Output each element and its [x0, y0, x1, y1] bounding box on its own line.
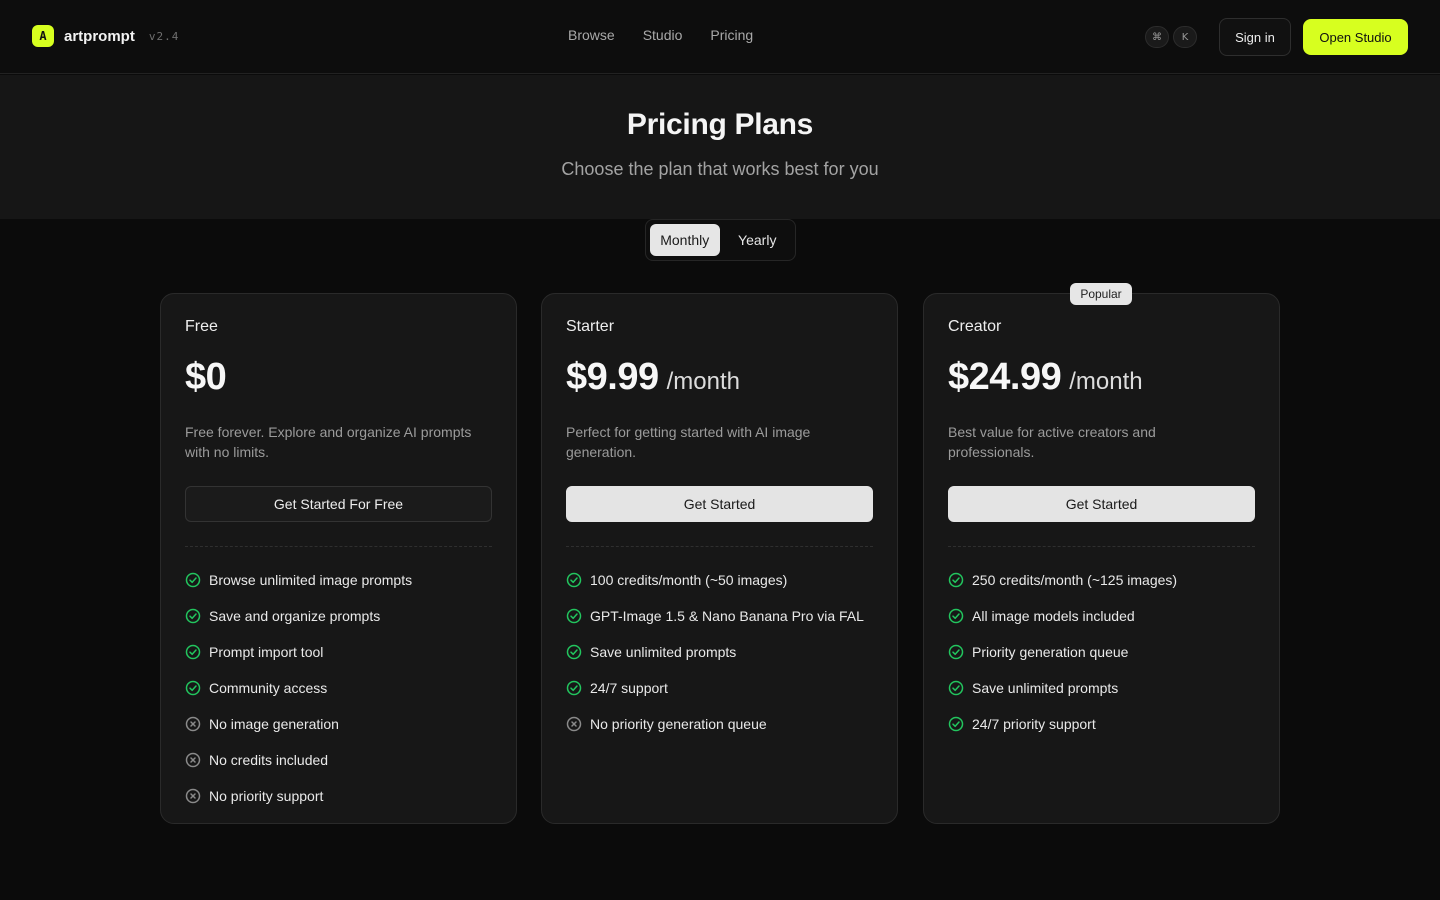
check-circle-icon [948, 716, 964, 732]
x-circle-icon [185, 752, 201, 768]
price-row: $24.99 /month [948, 356, 1143, 399]
price-row: $9.99 /month [566, 356, 740, 399]
feature-list: Browse unlimited image prompts Save and o… [185, 562, 412, 814]
plan-period: /month [1069, 368, 1143, 395]
main-nav: Browse Studio Pricing [568, 27, 753, 43]
feature-item: Priority generation queue [948, 634, 1177, 670]
command-key-icon: ⌘ [1145, 26, 1169, 48]
check-circle-icon [566, 680, 582, 696]
feature-text: 250 credits/month (~125 images) [972, 572, 1178, 588]
x-circle-icon [185, 788, 201, 804]
feature-text: No priority support [209, 788, 324, 804]
get-started-creator-button[interactable]: Get Started [948, 486, 1255, 522]
nav-browse[interactable]: Browse [568, 27, 615, 43]
check-circle-icon [185, 608, 201, 624]
feature-text: Priority generation queue [972, 644, 1129, 660]
feature-item: No priority generation queue [566, 706, 864, 742]
plan-description: Perfect for getting started with AI imag… [566, 424, 811, 460]
page-title: Pricing Plans [626, 108, 814, 141]
feature-text: Prompt import tool [209, 644, 324, 660]
plan-price: $0 [185, 356, 227, 398]
get-started-free-button[interactable]: Get Started For Free [185, 486, 492, 522]
brand[interactable]: A artprompt v2.4 [32, 25, 179, 47]
feature-item: Save unlimited prompts [566, 634, 864, 670]
check-circle-icon [566, 608, 582, 624]
feature-text: No credits included [209, 752, 329, 768]
check-circle-icon [948, 608, 964, 624]
feature-text: Save unlimited prompts [972, 680, 1119, 696]
feature-text: 100 credits/month (~50 images) [590, 572, 788, 588]
check-circle-icon [185, 680, 201, 696]
check-circle-icon [566, 572, 582, 588]
feature-text: Save unlimited prompts [590, 644, 737, 660]
price-row: $0 [185, 356, 227, 399]
plan-description: Free forever. Explore and organize AI pr… [185, 424, 472, 460]
feature-item: Prompt import tool [185, 634, 412, 670]
pricing-hero: Pricing Plans Choose the plan that works… [0, 75, 1440, 219]
plan-price: $24.99 [948, 356, 1062, 398]
feature-item: Save unlimited prompts [948, 670, 1177, 706]
feature-text: Community access [209, 680, 328, 696]
billing-period-toggle: Monthly Yearly [645, 219, 796, 261]
plan-card-creator: Popular Creator $24.99 /month Best value… [923, 283, 1280, 824]
command-palette-shortcut[interactable]: ⌘ K [1145, 26, 1197, 48]
feature-list: 100 credits/month (~50 images) GPT-Image … [566, 562, 864, 742]
plan-name: Creator [948, 318, 1002, 335]
yearly-option[interactable]: Yearly [724, 224, 792, 256]
feature-item: 100 credits/month (~50 images) [566, 562, 864, 598]
x-circle-icon [185, 716, 201, 732]
check-circle-icon [948, 644, 964, 660]
popular-badge: Popular [1070, 283, 1132, 305]
nav-studio[interactable]: Studio [643, 27, 683, 43]
divider [948, 546, 1255, 547]
divider [566, 546, 873, 547]
divider [185, 546, 492, 547]
feature-item: GPT-Image 1.5 & Nano Banana Pro via FAL [566, 598, 864, 634]
page-subtitle: Choose the plan that works best for you [561, 159, 879, 179]
check-circle-icon [566, 644, 582, 660]
feature-item: All image models included [948, 598, 1177, 634]
feature-item: No image generation [185, 706, 412, 742]
check-circle-icon [185, 572, 201, 588]
brand-name: artprompt [64, 27, 135, 45]
feature-text: All image models included [972, 608, 1135, 624]
top-nav-bar: A artprompt v2.4 Browse Studio Pricing ⌘… [0, 0, 1440, 74]
k-key-icon: K [1173, 26, 1197, 48]
feature-text: GPT-Image 1.5 & Nano Banana Pro via FAL [590, 608, 864, 624]
feature-item: No priority support [185, 778, 412, 814]
logo-icon: A [32, 25, 54, 47]
plan-price: $9.99 [566, 356, 659, 398]
feature-text: 24/7 support [590, 680, 668, 696]
sign-in-button[interactable]: Sign in [1219, 18, 1291, 56]
x-circle-icon [566, 716, 582, 732]
check-circle-icon [948, 572, 964, 588]
monthly-option[interactable]: Monthly [650, 224, 720, 256]
feature-text: No priority generation queue [590, 716, 767, 732]
feature-item: 24/7 priority support [948, 706, 1177, 742]
plan-name: Free [185, 318, 218, 335]
version-label: v2.4 [148, 29, 180, 43]
feature-text: 24/7 priority support [972, 716, 1096, 732]
get-started-starter-button[interactable]: Get Started [566, 486, 873, 522]
feature-list: 250 credits/month (~125 images) All image… [948, 562, 1177, 742]
plan-description: Best value for active creators and profe… [948, 424, 1156, 460]
open-studio-button[interactable]: Open Studio [1303, 19, 1408, 55]
check-circle-icon [185, 644, 201, 660]
feature-item: No credits included [185, 742, 412, 778]
feature-item: Community access [185, 670, 412, 706]
nav-pricing[interactable]: Pricing [710, 27, 753, 43]
feature-text: Browse unlimited image prompts [209, 572, 413, 588]
feature-text: No image generation [209, 716, 339, 732]
check-circle-icon [948, 680, 964, 696]
plan-card-starter: Starter $9.99 /month Perfect for getting… [541, 293, 898, 824]
plan-period: /month [666, 368, 740, 395]
feature-item: Browse unlimited image prompts [185, 562, 412, 598]
plan-card-free: Free $0 Free forever. Explore and organi… [160, 293, 517, 824]
feature-item: Save and organize prompts [185, 598, 412, 634]
feature-item: 250 credits/month (~125 images) [948, 562, 1177, 598]
feature-item: 24/7 support [566, 670, 864, 706]
feature-text: Save and organize prompts [209, 608, 381, 624]
plan-name: Starter [566, 318, 615, 335]
